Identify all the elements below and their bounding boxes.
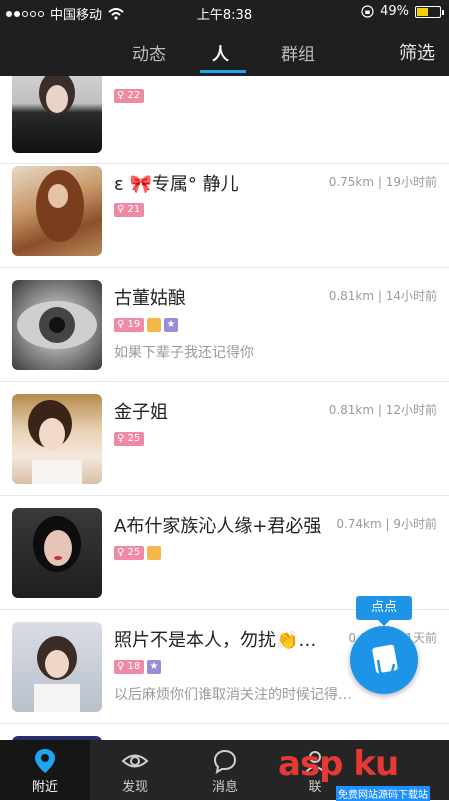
status-right: 49% [361,4,444,19]
vip-badge [147,546,161,560]
tab-messages-label: 消息 [211,780,238,795]
list-item[interactable]: ε 🎀专属° 静儿 0.75km | 19小时前 ♀ 21 [0,164,449,268]
distance-time: 0.81km | 12小时前 [328,403,437,417]
star-badge: ★ [147,660,161,674]
watermark: asp ku 免费网站源码下载站 [278,744,449,801]
user-name: 金子姐 [114,402,168,423]
avatar[interactable] [12,166,102,256]
distance-time: 0.81km | 14小时前 [328,289,437,303]
tab-moments[interactable]: 动态 [132,40,166,65]
distance-time: 0.75km | 19小时前 [328,175,437,189]
dian-dian-label[interactable]: 点点 [356,596,412,626]
hand-card-icon [372,644,398,677]
top-nav-bar: 动态 人 群组 筛选 [0,26,449,76]
battery-icon [415,5,444,18]
filter-button[interactable]: 筛选 [399,39,435,65]
star-badge: ★ [164,318,178,332]
tab-nearby-label: 附近 [31,780,58,795]
user-badges: ♀ 22 [114,89,144,103]
tab-nearby[interactable]: 附近 [0,740,90,800]
user-name: ε 🎀专属° 静儿 [114,174,239,195]
rotation-lock-icon [361,5,374,18]
watermark-subtitle: 免费网站源码下载站 [336,786,430,801]
avatar[interactable] [12,622,102,712]
user-name: A布什家族沁人缘+君必强 [114,516,322,537]
user-name: 古董姑酿 [114,288,186,309]
tab-messages[interactable]: 消息 [180,740,270,800]
age-badge: ♀ 18 [114,660,144,674]
user-badges: ♀ 25 [114,432,144,446]
age-badge: ♀ 25 [114,546,144,560]
distance-time: 0.74km | 9小时前 [336,517,437,531]
user-signature: 如果下辈子我还记得你 [114,345,254,361]
age-badge: ♀ 21 [114,203,144,217]
tab-discover[interactable]: 发现 [90,740,180,800]
list-item[interactable]: 古董姑酿 0.81km | 14小时前 ♀ 19 ★ 如果下辈子我还记得你 [0,268,449,382]
vip-badge [147,318,161,332]
status-bar: 中国移动 上午8:38 49% [0,0,449,26]
list-item[interactable] [0,724,449,740]
user-badges: ♀ 18 ★ [114,660,161,674]
active-tab-indicator [200,70,246,73]
avatar[interactable] [12,394,102,484]
user-badges: ♀ 25 [114,546,161,560]
user-badges: ♀ 21 [114,203,144,217]
watermark-logo: asp ku [278,744,399,784]
list-item[interactable]: 金子姐 0.81km | 12小时前 ♀ 25 [0,382,449,496]
user-badges: ♀ 19 ★ [114,318,178,332]
chat-bubble-icon [213,749,237,774]
dian-dian-button[interactable] [350,626,418,694]
age-badge: ♀ 22 [114,89,144,103]
avatar[interactable] [12,508,102,598]
avatar[interactable] [12,280,102,370]
list-item[interactable]: A布什家族沁人缘+君必强 0.74km | 9小时前 ♀ 25 [0,496,449,610]
user-signature: 以后麻烦你们谁取消关注的时候记得… [114,687,352,703]
location-pin-icon [35,749,55,773]
age-badge: ♀ 19 [114,318,144,332]
age-badge: ♀ 25 [114,432,144,446]
tab-groups[interactable]: 群组 [281,40,315,65]
list-item[interactable]: ♀ 22 [0,76,449,164]
tab-people[interactable]: 人 [212,40,229,65]
user-name: 照片不是本人，勿扰👏… [114,630,317,651]
battery-percent: 49% [380,4,409,19]
tab-discover-label: 发现 [121,780,148,795]
eye-icon [121,754,149,768]
avatar[interactable] [12,76,102,153]
